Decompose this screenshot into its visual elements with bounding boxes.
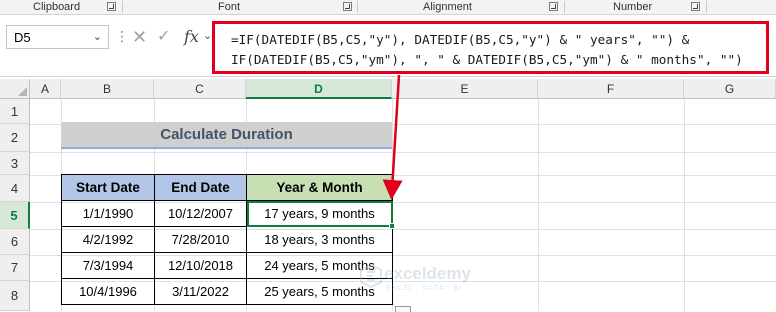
row-header-2[interactable]: 2	[0, 124, 30, 152]
row-header-4[interactable]: 4	[0, 175, 30, 202]
table-row: 7/3/1994 12/10/2018 24 years, 5 months	[61, 252, 393, 279]
gridline	[538, 99, 539, 311]
end-date-cell[interactable]: 3/11/2022	[154, 278, 247, 305]
header-year-month[interactable]: Year & Month	[246, 174, 393, 201]
column-header-d[interactable]: D	[246, 79, 392, 99]
ribbon-group-alignment: Alignment	[423, 1, 472, 13]
ribbon-group-clipboard: Clipboard	[33, 1, 81, 13]
column-header-e[interactable]: E	[392, 79, 538, 99]
duration-cell[interactable]: 18 years, 3 months	[246, 226, 393, 253]
ribbon-separator	[564, 1, 565, 13]
watermark-tagline: EXCEL · DATA · BI	[386, 285, 462, 292]
ribbon-separator	[357, 1, 358, 13]
column-header-f[interactable]: F	[538, 79, 684, 99]
header-start-date[interactable]: Start Date	[61, 174, 155, 201]
ribbon-group-font: Font	[218, 1, 241, 13]
watermark-logo: exceldemy EXCEL · DATA · BI	[360, 263, 471, 298]
table-row: 10/4/1996 3/11/2022 25 years, 5 months	[61, 278, 393, 305]
fill-handle[interactable]	[389, 223, 395, 229]
chevron-down-icon[interactable]: ⌄	[93, 30, 102, 43]
row-header-5[interactable]: 5	[0, 202, 30, 229]
gridline	[684, 99, 685, 311]
insert-function-icon[interactable]: fx	[184, 27, 199, 46]
cancel-icon[interactable]: ✕	[132, 28, 147, 46]
sheet-title[interactable]: Calculate Duration	[61, 122, 392, 149]
chevron-down-icon[interactable]: ⌄	[203, 29, 212, 42]
table-row: 4/2/1992 7/28/2010 18 years, 3 months	[61, 226, 393, 253]
font-launcher-icon[interactable]	[343, 2, 352, 11]
row-header-7[interactable]: 7	[0, 255, 30, 281]
table-row: 1/1/1990 10/12/2007 17 years, 9 months	[61, 200, 393, 227]
duration-cell-active[interactable]: 17 years, 9 months	[246, 200, 393, 227]
column-header-a[interactable]: A	[30, 79, 61, 99]
name-box[interactable]: D5 ⌄	[6, 25, 109, 49]
end-date-cell[interactable]: 10/12/2007	[154, 200, 247, 227]
start-date-cell[interactable]: 4/2/1992	[61, 226, 155, 253]
alignment-launcher-icon[interactable]	[549, 2, 558, 11]
column-header-g[interactable]: G	[684, 79, 776, 99]
row-header-6[interactable]: 6	[0, 229, 30, 255]
table-header-row: Start Date End Date Year & Month	[61, 174, 393, 201]
formula-input[interactable]: =IF(DATEDIF(B5,C5,"y"), DATEDIF(B5,C5,"y…	[212, 21, 769, 74]
ribbon-separator	[122, 1, 123, 13]
enter-check-icon[interactable]: ✓	[157, 28, 170, 46]
row-header-1[interactable]: 1	[0, 99, 30, 124]
row-header-3[interactable]: 3	[0, 152, 30, 175]
ribbon-group-number: Number	[613, 1, 653, 13]
gridline	[30, 152, 776, 153]
end-date-cell[interactable]: 12/10/2018	[154, 252, 247, 279]
row-header-8[interactable]: 8	[0, 281, 30, 311]
start-date-cell[interactable]: 7/3/1994	[61, 252, 155, 279]
number-launcher-icon[interactable]	[691, 2, 700, 11]
clipboard-launcher-icon[interactable]	[107, 2, 116, 11]
start-date-cell[interactable]: 1/1/1990	[61, 200, 155, 227]
column-header-b[interactable]: B	[61, 79, 154, 99]
formula-bar: D5 ⌄ ⋮ ✕ ✓ fx ⌄ =IF(DATEDIF(B5,C5,"y"), …	[0, 15, 776, 77]
paste-options-icon[interactable]	[395, 306, 411, 312]
ribbon-separator	[706, 1, 707, 13]
end-date-cell[interactable]: 7/28/2010	[154, 226, 247, 253]
column-header-c[interactable]: C	[154, 79, 246, 99]
formula-line-1: =IF(DATEDIF(B5,C5,"y"), DATEDIF(B5,C5,"y…	[231, 32, 690, 47]
watermark-name: exceldemy	[384, 264, 471, 283]
duration-table: Start Date End Date Year & Month 1/1/199…	[61, 174, 393, 305]
start-date-cell[interactable]: 10/4/1996	[61, 278, 155, 305]
header-end-date[interactable]: End Date	[154, 174, 247, 201]
vertical-dots-icon: ⋮	[115, 28, 129, 44]
formula-line-2: IF(DATEDIF(B5,C5,"ym"), ", " & DATEDIF(B…	[231, 52, 743, 67]
ribbon-group-labels: Clipboard Font Alignment Number	[0, 0, 776, 15]
name-box-value: D5	[14, 30, 31, 45]
exceldemy-logo-icon	[360, 263, 382, 289]
select-all-corner[interactable]	[0, 79, 30, 99]
